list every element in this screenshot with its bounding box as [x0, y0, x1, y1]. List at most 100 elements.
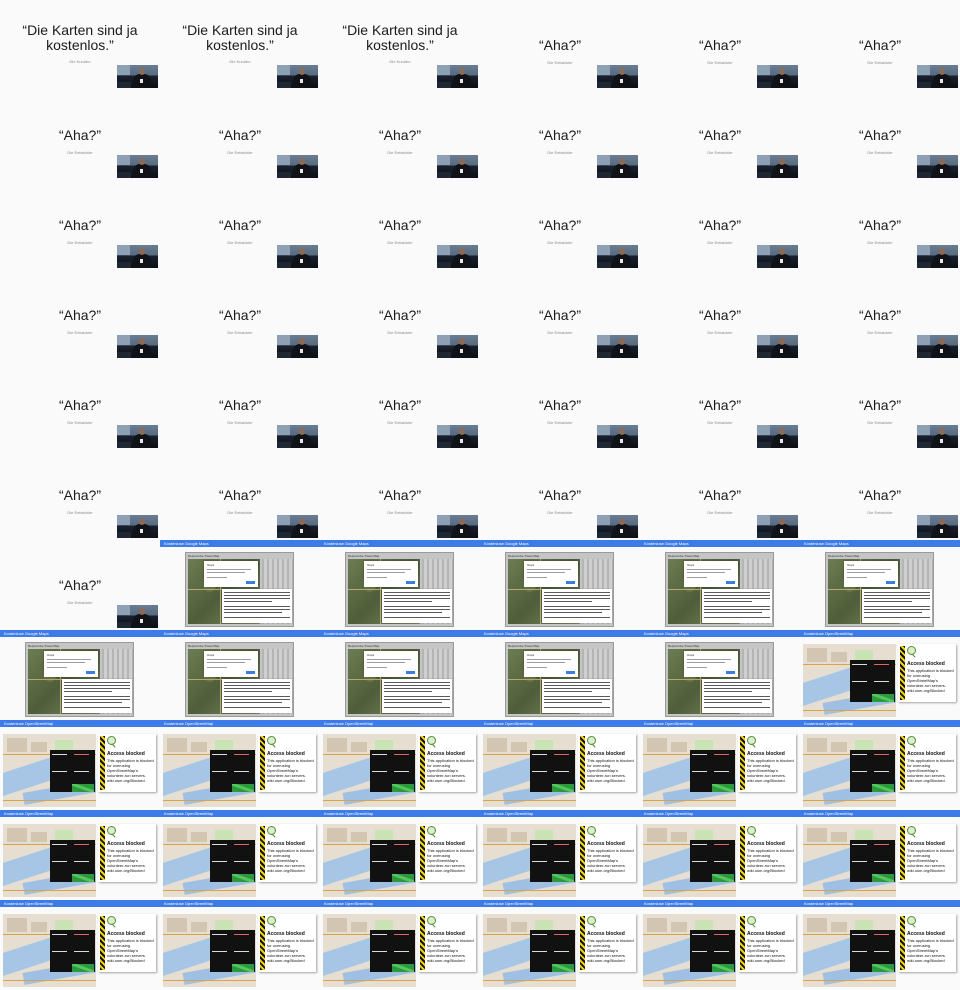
osm-magnifier-handle [111, 743, 116, 748]
slide-openstreetmap[interactable]: Kostenlose OpenStreetMap ▬▬▬▬▬ ▬▬▬▬▬ ▬▬▬… [800, 810, 960, 900]
slide-quote-developers[interactable]: “Aha?” Die Entwickler [0, 270, 160, 360]
speaker-badge [140, 259, 143, 263]
slide-quote-developers[interactable]: “Aha?” Die Entwickler [160, 90, 320, 180]
slide-quote-developers[interactable]: “Aha?” Die Entwickler [0, 180, 160, 270]
map-block [167, 828, 187, 842]
slide-google-maps[interactable]: Kostenlose Google Maps Responsive Travel… [160, 540, 320, 630]
tile-warning-text: ▬▬▬▬▬ [394, 932, 409, 936]
slide-openstreetmap[interactable]: Kostenlose OpenStreetMap ▬▬▬▬▬ ▬▬▬▬▬ ▬▬▬… [320, 900, 480, 990]
slide-openstreetmap[interactable]: Kostenlose OpenStreetMap ▬▬▬▬▬ ▬▬▬▬▬ ▬▬▬… [480, 900, 640, 990]
slide-openstreetmap[interactable]: Kostenlose OpenStreetMap ▬▬▬▬▬ ▬▬▬▬▬ ▬▬▬… [480, 720, 640, 810]
map-green-area [552, 874, 574, 882]
slide-header-bar: Kostenlose OpenStreetMap [800, 900, 960, 907]
slide-openstreetmap[interactable]: Kostenlose OpenStreetMap ▬▬▬▬▬ ▬▬▬▬▬ ▬▬▬… [800, 720, 960, 810]
slide-openstreetmap[interactable]: Kostenlose OpenStreetMap ▬▬▬▬▬ ▬▬▬▬▬ ▬▬▬… [160, 900, 320, 990]
slide-quote-developers[interactable]: “Aha?” Die Entwickler [0, 450, 160, 540]
slide-google-maps[interactable]: Kostenlose Google Maps Responsive Travel… [0, 630, 160, 720]
slide-quote-developers[interactable]: “Aha?” Die Entwickler [640, 270, 800, 360]
slide-google-maps[interactable]: Kostenlose Google Maps Responsive Travel… [160, 630, 320, 720]
quote-text: “Aha?” [58, 397, 102, 413]
access-blocked-message: This application is blocked for overusin… [587, 938, 634, 963]
slide-quote-developers[interactable]: “Aha?” Die Entwickler [480, 90, 640, 180]
slide-openstreetmap[interactable]: Kostenlose OpenStreetMap ▬▬▬▬▬ ▬▬▬▬▬ ▬▬▬… [640, 720, 800, 810]
slide-openstreetmap[interactable]: Kostenlose OpenStreetMap ▬▬▬▬▬ ▬▬▬▬▬ ▬▬▬… [160, 720, 320, 810]
slide-quote-customers[interactable]: “Die Karten sind ja kostenlos.” Die Kund… [0, 0, 160, 90]
slide-openstreetmap[interactable]: Kostenlose OpenStreetMap ▬▬▬▬▬ ▬▬▬▬▬ ▬▬▬… [160, 810, 320, 900]
cam-laptop [277, 442, 291, 448]
slide-quote-developers[interactable]: “Aha?” Die Entwickler [160, 180, 320, 270]
slide-openstreetmap[interactable]: Kostenlose OpenStreetMap ▬▬▬▬▬ ▬▬▬▬▬ ▬▬▬… [800, 900, 960, 990]
slide-openstreetmap[interactable]: Kostenlose OpenStreetMap ▬▬▬▬▬ ▬▬▬▬▬ ▬▬▬… [480, 810, 640, 900]
slide-quote-developers[interactable]: “Aha?” Die Entwickler [480, 270, 640, 360]
slide-openstreetmap[interactable]: Kostenlose OpenStreetMap ▬▬▬▬▬ ▬▬▬▬▬ ▬▬▬… [0, 810, 160, 900]
speaker-video-thumbnail [277, 155, 318, 178]
slide-quote-developers[interactable]: “Aha?” Die Entwickler [160, 270, 320, 360]
slide-google-maps[interactable]: Kostenlose Google Maps Responsive Travel… [480, 630, 640, 720]
slide-quote-developers[interactable]: “Aha?” Die Entwickler [800, 270, 960, 360]
cam-window [117, 65, 130, 75]
slide-quote-developers[interactable]: “Aha?” Die Entwickler [480, 360, 640, 450]
slide-header-bar: Kostenlose Google Maps [320, 540, 480, 547]
slide-quote-developers[interactable]: “Aha?” Die Entwickler [800, 450, 960, 540]
slide-openstreetmap[interactable]: Kostenlose OpenStreetMap ▬▬▬▬▬ ▬▬▬▬▬ ▬▬▬… [0, 720, 160, 810]
slide-quote-developers[interactable]: “Aha?” Die Entwickler [480, 450, 640, 540]
billing-notice-panel [382, 679, 452, 713]
speaker-head [299, 518, 305, 525]
quote-text: “Aha?” [698, 397, 742, 413]
tile-warning-text: ▬▬▬▬▬ [372, 769, 387, 773]
slide-openstreetmap[interactable]: Kostenlose OpenStreetMap ▬▬▬▬▬ ▬▬▬▬▬ ▬▬▬… [320, 810, 480, 900]
slide-quote-developers[interactable]: “Aha?” Die Entwickler [320, 450, 480, 540]
slide-openstreetmap[interactable]: Kostenlose OpenStreetMap ▬▬▬▬▬ ▬▬▬▬▬ ▬▬▬… [320, 720, 480, 810]
slide-quote-developers[interactable]: “Aha?” Die Entwickler [480, 0, 640, 90]
slide-quote-developers[interactable]: “Aha?” Die Entwickler [320, 90, 480, 180]
slide-google-maps[interactable]: Kostenlose Google Maps Responsive Travel… [320, 540, 480, 630]
quote-text: “Aha?” [698, 487, 742, 503]
slide-quote-developers[interactable]: “Aha?” Die Entwickler [480, 180, 640, 270]
slide-google-maps[interactable]: Kostenlose Google Maps Responsive Travel… [800, 540, 960, 630]
blocked-tiles-overlay: ▬▬▬▬▬ ▬▬▬▬▬ ▬▬▬▬▬ ▬▬▬▬▬ [850, 840, 895, 882]
map-block [647, 828, 667, 842]
slide-quote-developers[interactable]: “Aha?” Die Entwickler [640, 450, 800, 540]
map-green-area [232, 964, 254, 972]
slide-quote-customers[interactable]: “Die Karten sind ja kostenlos.” Die Kund… [320, 0, 480, 90]
dialog-text-line [367, 572, 405, 573]
slide-quote-developers[interactable]: “Aha?” Die Entwickler [160, 450, 320, 540]
map-block [671, 922, 687, 932]
tile-warning-text: ▬▬▬▬▬ [692, 859, 707, 863]
slide-quote-developers[interactable]: “Aha?” Die Entwickler [0, 360, 160, 450]
slide-quote-developers[interactable]: “Aha?” Die Entwickler [800, 0, 960, 90]
slide-quote-developers[interactable]: “Aha?” Die Entwickler [0, 540, 160, 630]
slide-quote-developers[interactable]: “Aha?” Die Entwickler [0, 90, 160, 180]
slide-quote-customers[interactable]: “Die Karten sind ja kostenlos.” Die Kund… [160, 0, 320, 90]
slide-google-maps[interactable]: Kostenlose Google Maps Responsive Travel… [320, 630, 480, 720]
tile-warning-text: ▬▬▬▬▬ [852, 662, 867, 666]
speaker-head [779, 338, 785, 345]
slide-openstreetmap[interactable]: Kostenlose OpenStreetMap ▬▬▬▬▬ ▬▬▬▬▬ ▬▬▬… [0, 900, 160, 990]
slide-quote-developers[interactable]: “Aha?” Die Entwickler [320, 270, 480, 360]
slide-quote-developers[interactable]: “Aha?” Die Entwickler [800, 90, 960, 180]
speaker-head [619, 518, 625, 525]
slide-openstreetmap[interactable]: Kostenlose OpenStreetMap ▬▬▬▬▬ ▬▬▬▬▬ ▬▬▬… [640, 900, 800, 990]
speaker-video-thumbnail [117, 335, 158, 358]
slide-google-maps[interactable]: Kostenlose Google Maps Responsive Travel… [640, 630, 800, 720]
slide-quote-developers[interactable]: “Aha?” Die Entwickler [640, 0, 800, 90]
slide-quote-developers[interactable]: “Aha?” Die Entwickler [320, 360, 480, 450]
cam-window [917, 245, 930, 255]
slide-quote-developers[interactable]: “Aha?” Die Entwickler [160, 360, 320, 450]
slide-quote-developers[interactable]: “Aha?” Die Entwickler [640, 90, 800, 180]
slide-quote-developers[interactable]: “Aha?” Die Entwickler [800, 180, 960, 270]
speaker-video-thumbnail [437, 245, 478, 268]
slide-quote-developers[interactable]: “Aha?” Die Entwickler [800, 360, 960, 450]
slide-quote-developers[interactable]: “Aha?” Die Entwickler [640, 180, 800, 270]
slide-quote-developers[interactable]: “Aha?” Die Entwickler [640, 360, 800, 450]
dialog-text-line [207, 569, 251, 570]
tile-warning-text: ▬▬▬▬▬ [554, 752, 569, 756]
slide-google-maps[interactable]: Kostenlose Google Maps Responsive Travel… [480, 540, 640, 630]
slide-google-maps[interactable]: Kostenlose Google Maps Responsive Travel… [640, 540, 800, 630]
notice-text-line [64, 696, 130, 697]
slide-openstreetmap[interactable]: Kostenlose OpenStreetMap ▬▬▬▬▬ ▬▬▬▬▬ ▬▬▬… [640, 810, 800, 900]
cam-window [757, 65, 770, 75]
map-green-area [712, 964, 734, 972]
slide-openstreetmap[interactable]: Kostenlose OpenStreetMap ▬▬▬▬▬ ▬▬▬▬▬ ▬▬▬… [800, 630, 960, 720]
slide-quote-developers[interactable]: “Aha?” Die Entwickler [320, 180, 480, 270]
